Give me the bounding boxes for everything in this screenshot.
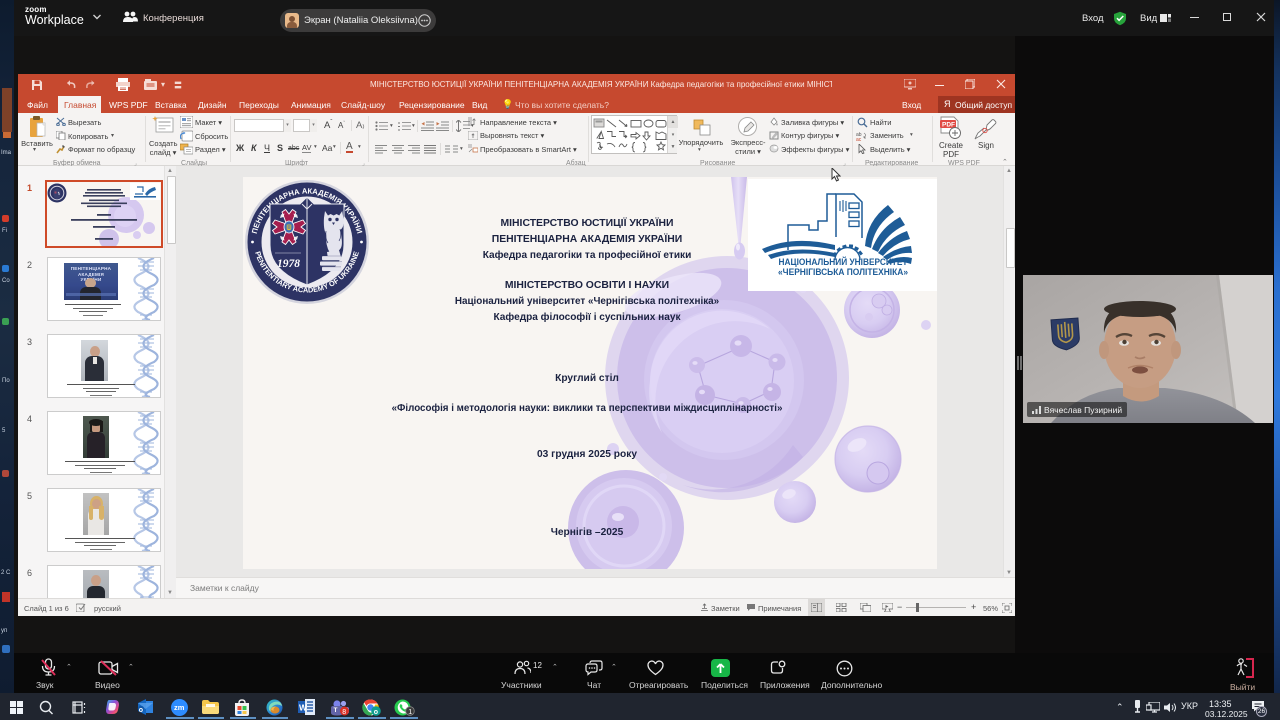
svg-text:W: W — [299, 703, 308, 713]
svg-text:8: 8 — [342, 709, 346, 716]
svg-text:o: o — [139, 707, 143, 714]
svg-text:o: o — [374, 709, 378, 716]
svg-text:«ЧЕРНІГІВСЬКА ПОЛІТЕХНІКА»: «ЧЕРНІГІВСЬКА ПОЛІТЕХНІКА» — [778, 267, 908, 277]
svg-text:ac: ac — [856, 137, 862, 141]
svg-text:1: 1 — [408, 709, 412, 716]
svg-text:T: T — [334, 707, 338, 714]
